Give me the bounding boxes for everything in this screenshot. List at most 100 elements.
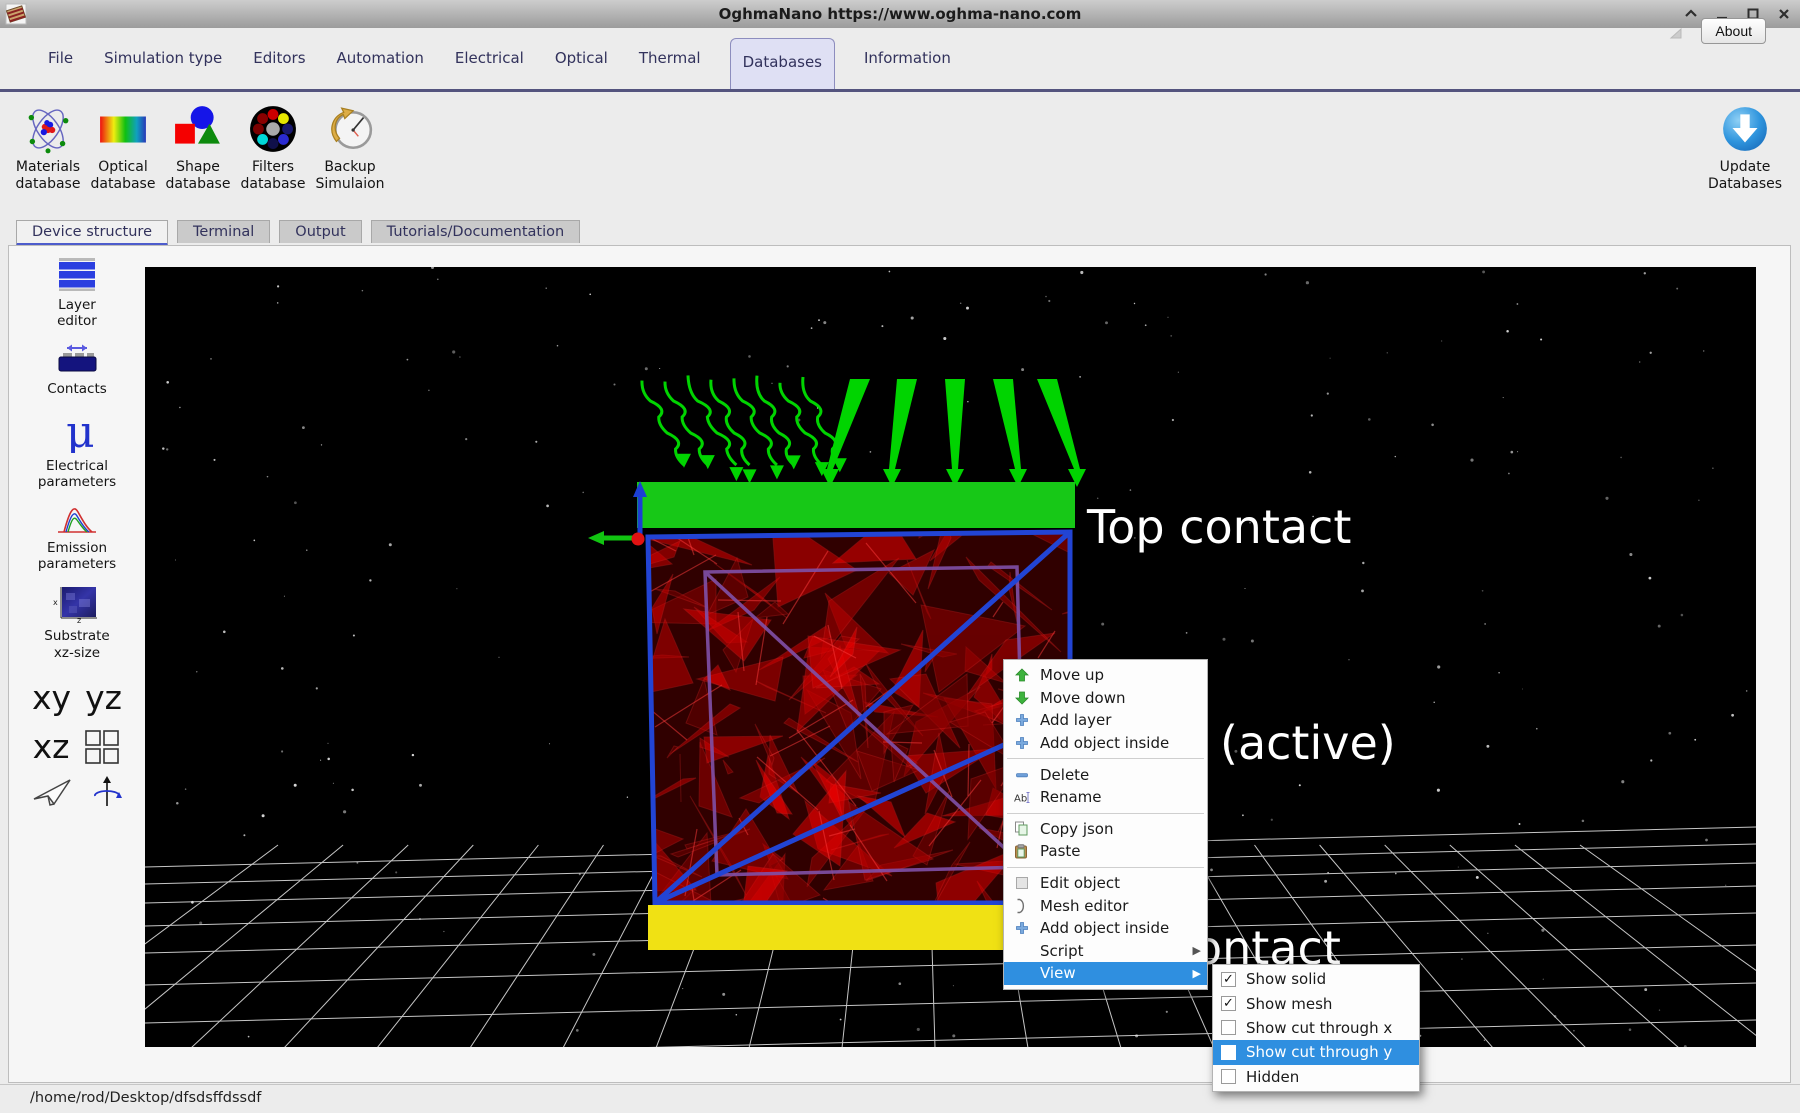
menubar: File Simulation type Editors Automation …	[0, 28, 1800, 92]
view-xz-button[interactable]: xz	[33, 727, 70, 766]
backup-clock-icon	[325, 104, 375, 154]
submenu-item-hidden[interactable]: Hidden	[1213, 1065, 1419, 1089]
sidebar-label: Substrate xz-size	[44, 628, 109, 660]
titlebar[interactable]: OghmaNano https://www.oghma-nano.com	[0, 0, 1800, 29]
top-contact-layer[interactable]	[637, 482, 1075, 528]
sidebar-item-emission-parameters[interactable]: Emission parameters	[38, 503, 116, 572]
layers-icon	[54, 256, 100, 292]
substrate-icon: x z	[52, 585, 102, 623]
resize-grip-icon	[1669, 28, 1682, 39]
sidebar-label: Layer editor	[57, 297, 97, 329]
checkbox-icon[interactable]	[1221, 1069, 1236, 1084]
submenu-item-show-solid[interactable]: ✓ Show solid	[1213, 967, 1419, 991]
menu-databases[interactable]: Databases	[730, 38, 835, 89]
menu-item-copy-json[interactable]: Copy json	[1004, 818, 1207, 841]
checkbox-icon[interactable]	[1221, 1045, 1236, 1060]
plus-icon	[1012, 735, 1031, 751]
view-yz-button[interactable]: yz	[85, 678, 122, 717]
atom-icon	[23, 104, 73, 154]
sidebar: Layer editor Contacts μ Electrical param…	[12, 256, 142, 814]
contact-brick-icon	[54, 342, 100, 376]
svg-text:z: z	[77, 616, 81, 623]
download-icon	[1720, 104, 1770, 154]
checkbox-checked-icon[interactable]: ✓	[1221, 972, 1236, 987]
toolbar: Materials database Optical database Shap…	[0, 92, 1800, 220]
mu-icon: μ	[54, 411, 100, 453]
menu-optical[interactable]: Optical	[553, 49, 610, 89]
menu-information[interactable]: Information	[862, 49, 953, 89]
rotate-axis-icon[interactable]	[92, 776, 122, 808]
submenu-item-show-mesh[interactable]: ✓ Show mesh	[1213, 991, 1419, 1015]
menu-separator	[1007, 813, 1204, 814]
tab-device-structure[interactable]: Device structure	[16, 220, 168, 246]
shade-icon[interactable]	[1683, 6, 1699, 22]
sidebar-item-contacts[interactable]: Contacts	[47, 342, 107, 397]
edit-icon	[1012, 875, 1031, 891]
menu-editors[interactable]: Editors	[251, 49, 307, 89]
plus-icon	[1012, 920, 1031, 936]
submenu-item-show-cut-through-y[interactable]: Show cut through y	[1213, 1040, 1419, 1064]
grid-2x2-icon[interactable]	[83, 728, 121, 764]
emission-spectra-icon	[54, 503, 100, 535]
shapes-icon	[173, 104, 223, 154]
menu-item-move-up[interactable]: Move up	[1004, 664, 1207, 687]
checkbox-icon[interactable]	[1221, 1020, 1236, 1035]
view-xy-button[interactable]: xy	[32, 678, 71, 717]
sidebar-label: Contacts	[47, 381, 107, 397]
svg-text:Ab: Ab	[1014, 793, 1027, 804]
oghmanano-window: OghmaNano https://www.oghma-nano.com Fil…	[0, 0, 1800, 1113]
minus-icon	[1012, 767, 1031, 783]
color-wheel-icon	[248, 104, 298, 154]
sidebar-label: Electrical parameters	[38, 458, 116, 490]
menu-item-edit-object[interactable]: Edit object	[1004, 872, 1207, 895]
tab-output[interactable]: Output	[279, 220, 361, 243]
sidebar-item-substrate-xz-size[interactable]: x z Substrate xz-size	[44, 585, 109, 660]
menu-automation[interactable]: Automation	[335, 49, 426, 89]
menu-separator	[1007, 867, 1204, 868]
menu-item-delete[interactable]: Delete	[1004, 763, 1207, 786]
no-icon	[1012, 943, 1031, 959]
menu-item-add-object-inside-2[interactable]: Add object inside	[1004, 917, 1207, 940]
copy-icon	[1012, 821, 1031, 837]
checkbox-checked-icon[interactable]: ✓	[1221, 996, 1236, 1011]
tab-terminal[interactable]: Terminal	[177, 220, 270, 243]
menu-item-rename[interactable]: Ab Rename	[1004, 786, 1207, 809]
menu-item-add-object-inside[interactable]: Add object inside	[1004, 732, 1207, 755]
rename-icon: Ab	[1012, 789, 1031, 805]
tool-label: Backup Simulaion	[304, 159, 396, 192]
statusbar: /home/rod/Desktop/dfsdsffdssdf	[0, 1084, 1800, 1113]
sidebar-item-electrical-parameters[interactable]: μ Electrical parameters	[38, 411, 116, 490]
close-icon[interactable]	[1776, 6, 1792, 22]
menu-thermal[interactable]: Thermal	[637, 49, 703, 89]
submenu-item-show-cut-through-x[interactable]: Show cut through x	[1213, 1016, 1419, 1040]
current-file-path: /home/rod/Desktop/dfsdsffdssdf	[30, 1090, 1800, 1106]
3d-viewport[interactable]: Top contact (active) ontact	[145, 267, 1756, 1047]
menu-simulation-type[interactable]: Simulation type	[102, 49, 224, 89]
paste-icon	[1012, 843, 1031, 859]
tab-tutorials-documentation[interactable]: Tutorials/Documentation	[371, 220, 581, 243]
menu-item-add-layer[interactable]: Add layer	[1004, 709, 1207, 732]
menu-item-view[interactable]: View ▶	[1004, 962, 1207, 985]
tool-label: Update Databases	[1699, 159, 1791, 192]
active-layer-label: (active)	[1220, 716, 1396, 770]
mesh-bracket-icon	[1012, 898, 1031, 914]
menu-item-script[interactable]: Script ▶	[1004, 940, 1207, 963]
menu-file[interactable]: File	[46, 49, 75, 89]
plus-icon	[1012, 712, 1031, 728]
svg-text:μ: μ	[66, 411, 95, 453]
menu-item-move-down[interactable]: Move down	[1004, 687, 1207, 710]
no-icon	[1012, 965, 1031, 981]
spectrum-gradient-icon	[98, 104, 148, 154]
menu-electrical[interactable]: Electrical	[453, 49, 526, 89]
update-databases-button[interactable]: Update Databases	[1699, 104, 1791, 192]
paper-plane-icon[interactable]	[32, 777, 72, 807]
top-contact-label: Top contact	[1086, 500, 1351, 554]
backup-simulation-button[interactable]: Backup Simulaion	[304, 104, 396, 192]
tabbar: Device structure Terminal Output Tutoria…	[16, 220, 580, 246]
menu-item-paste[interactable]: Paste	[1004, 840, 1207, 863]
sidebar-item-layer-editor[interactable]: Layer editor	[54, 256, 100, 329]
about-button[interactable]: About	[1701, 18, 1766, 44]
view-submenu: ✓ Show solid ✓ Show mesh Show cut throug…	[1212, 964, 1420, 1092]
arrow-down-icon	[1012, 690, 1031, 706]
menu-item-mesh-editor[interactable]: Mesh editor	[1004, 894, 1207, 917]
